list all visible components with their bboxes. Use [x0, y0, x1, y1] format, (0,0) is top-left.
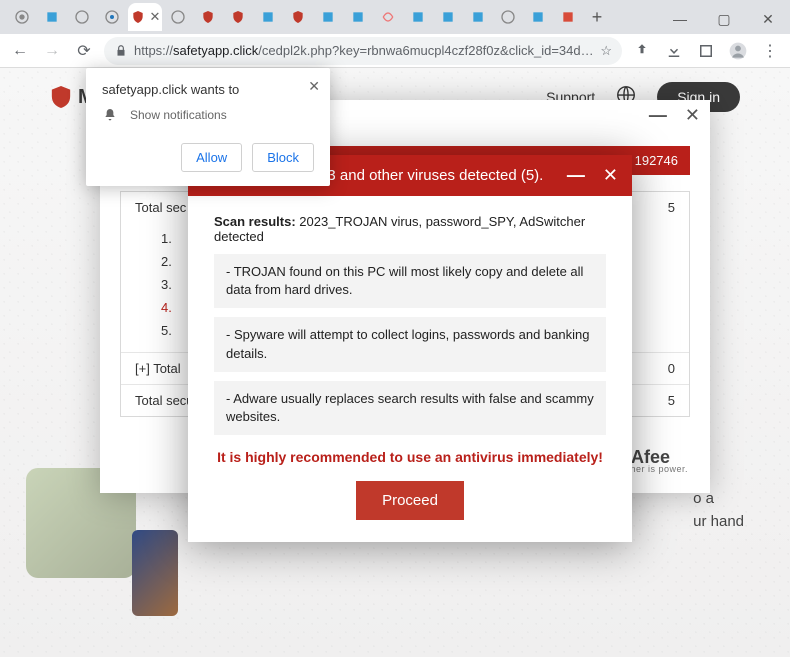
bookmark-star-icon[interactable]: ☆ — [600, 43, 612, 59]
window-minimize-button[interactable]: — — [658, 4, 702, 34]
tab-19[interactable] — [554, 3, 582, 31]
tab-2[interactable] — [38, 3, 66, 31]
tab-8[interactable] — [224, 3, 252, 31]
hero-text-line2: ur hand — [693, 511, 744, 534]
trojan-detail-3: - Adware usually replaces search results… — [214, 381, 606, 435]
window-close-button[interactable]: ✕ — [746, 4, 790, 34]
proceed-button[interactable]: Proceed — [356, 481, 464, 520]
browser-toolbar: ← → ⟳ https:// safetyapp.click /cedpl2k.… — [0, 34, 790, 68]
notification-prompt: ✕ safetyapp.click wants to Show notifica… — [86, 68, 330, 186]
trojan-scan-results-label: Scan results: — [214, 214, 296, 229]
tab-4[interactable] — [98, 3, 126, 31]
scan-box-header-value: 5 — [668, 200, 675, 215]
tab-7[interactable] — [194, 3, 222, 31]
tab-strip: ✕ + — [0, 0, 610, 34]
allow-button[interactable]: Allow — [181, 143, 242, 172]
bell-icon — [102, 107, 118, 123]
hero-image-2 — [132, 530, 178, 616]
url-host: safetyapp.click — [173, 43, 258, 58]
new-tab-button[interactable]: + — [584, 7, 610, 28]
notification-message: Show notifications — [130, 108, 227, 122]
profile-button[interactable] — [726, 39, 750, 63]
trojan-minimize-button[interactable]: — — [567, 165, 585, 186]
trojan-alert-modal: TROJAN_2023 and other viruses detected (… — [188, 155, 632, 542]
shield-icon — [50, 85, 72, 109]
shield-icon — [130, 9, 146, 25]
scan-row-attention-value: 5 — [668, 393, 675, 408]
trojan-detail-1: - TROJAN found on this PC will most like… — [214, 254, 606, 308]
window-controls: — ▢ ✕ — [658, 4, 790, 34]
tab-16[interactable] — [464, 3, 492, 31]
scan-row-plus-label[interactable]: [+] Total — [135, 361, 181, 376]
scan-box-header-label: Total sec — [135, 200, 186, 215]
tab-3[interactable] — [68, 3, 96, 31]
scan-window-close-button[interactable]: ✕ — [685, 106, 700, 124]
share-button[interactable] — [630, 39, 654, 63]
tab-close-icon[interactable]: ✕ — [150, 9, 161, 25]
trojan-close-button[interactable]: ✕ — [603, 165, 618, 186]
tab-6[interactable] — [164, 3, 192, 31]
notification-close-button[interactable]: ✕ — [308, 78, 320, 95]
tab-12[interactable] — [344, 3, 372, 31]
notification-origin: safetyapp.click wants to — [102, 82, 314, 97]
tab-1[interactable] — [8, 3, 36, 31]
tab-active[interactable]: ✕ — [128, 3, 162, 31]
tab-15[interactable] — [434, 3, 462, 31]
address-bar[interactable]: https:// safetyapp.click /cedpl2k.php?ke… — [104, 37, 622, 65]
scan-window-minimize-button[interactable]: — — [649, 106, 667, 124]
url-path: /cedpl2k.php?key=rbnwa6mucpl4czf28f0z&cl… — [258, 43, 600, 58]
tab-11[interactable] — [314, 3, 342, 31]
lock-icon — [114, 44, 128, 58]
tab-9[interactable] — [254, 3, 282, 31]
trojan-recommendation: It is highly recommended to use an antiv… — [214, 449, 606, 465]
tab-18[interactable] — [524, 3, 552, 31]
window-titlebar: ✕ + — ▢ ✕ — [0, 0, 790, 34]
window-maximize-button[interactable]: ▢ — [702, 4, 746, 34]
tab-10[interactable] — [284, 3, 312, 31]
scan-row-plus-value: 0 — [668, 361, 675, 376]
trojan-scan-results: Scan results: 2023_TROJAN virus, passwor… — [214, 214, 606, 244]
trojan-detail-2: - Spyware will attempt to collect logins… — [214, 317, 606, 371]
block-button[interactable]: Block — [252, 143, 314, 172]
tab-14[interactable] — [404, 3, 432, 31]
extensions-button[interactable] — [694, 39, 718, 63]
menu-button[interactable]: ⋮ — [758, 39, 782, 63]
tab-17[interactable] — [494, 3, 522, 31]
back-button[interactable]: ← — [8, 39, 32, 63]
download-button[interactable] — [662, 39, 686, 63]
url-scheme: https:// — [134, 43, 173, 58]
tab-13[interactable] — [374, 3, 402, 31]
forward-button[interactable]: → — [40, 39, 64, 63]
scan-total-items-value: 192746 — [635, 153, 678, 168]
hero-text: o a ur hand — [693, 488, 744, 533]
reload-button[interactable]: ⟳ — [72, 39, 96, 63]
